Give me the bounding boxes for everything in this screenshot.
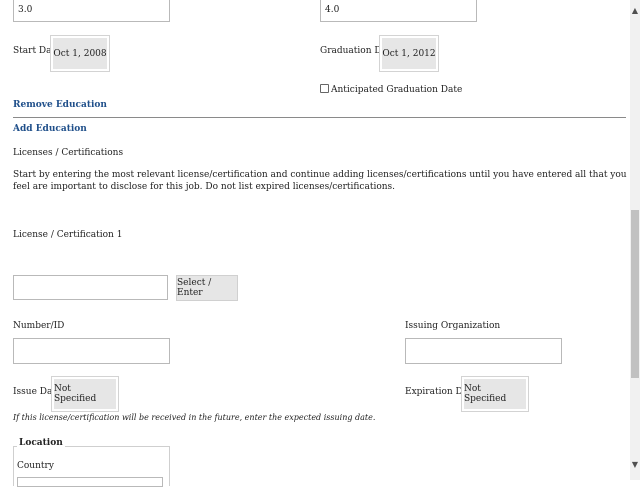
issuing-organization-label: Issuing Organization: [405, 321, 501, 331]
licenses-instructions: Start by entering the most relevant lice…: [13, 170, 627, 192]
license-name-input[interactable]: [13, 275, 168, 300]
country-label: Country: [17, 461, 54, 471]
license-item-title: License / Certification 1: [13, 230, 123, 240]
select-enter-button[interactable]: Select / Enter: [176, 275, 238, 301]
issuing-organization-input[interactable]: [405, 338, 562, 364]
education-divider: [13, 117, 626, 118]
scroll-up-icon[interactable]: ▲: [631, 6, 639, 16]
expiration-date-picker[interactable]: Not Specified: [461, 376, 529, 412]
issue-date-value[interactable]: Not Specified: [54, 379, 116, 409]
scrollbar-thumb[interactable]: [631, 210, 639, 378]
gpa-input[interactable]: [13, 0, 170, 22]
number-id-label: Number/ID: [13, 321, 65, 331]
issue-date-picker[interactable]: Not Specified: [51, 376, 119, 412]
add-education-link[interactable]: Add Education: [13, 124, 87, 134]
start-date-picker[interactable]: Oct 1, 2008: [50, 35, 110, 72]
max-gpa-input[interactable]: [320, 0, 477, 22]
future-issue-note: If this license/certification will be re…: [13, 413, 376, 422]
anticipated-graduation-checkbox[interactable]: [320, 84, 329, 93]
country-select[interactable]: [17, 477, 163, 487]
location-legend: Location: [17, 438, 65, 448]
expiration-date-value[interactable]: Not Specified: [464, 379, 526, 409]
graduation-date-value[interactable]: Oct 1, 2012: [382, 38, 436, 69]
remove-education-link[interactable]: Remove Education: [13, 100, 107, 110]
anticipated-graduation-label: Anticipated Graduation Date: [331, 85, 463, 95]
number-id-input[interactable]: [13, 338, 170, 364]
graduation-date-picker[interactable]: Oct 1, 2012: [379, 35, 439, 72]
licenses-heading: Licenses / Certifications: [13, 148, 124, 158]
start-date-value[interactable]: Oct 1, 2008: [53, 38, 107, 69]
scroll-down-icon[interactable]: ▼: [631, 460, 639, 470]
